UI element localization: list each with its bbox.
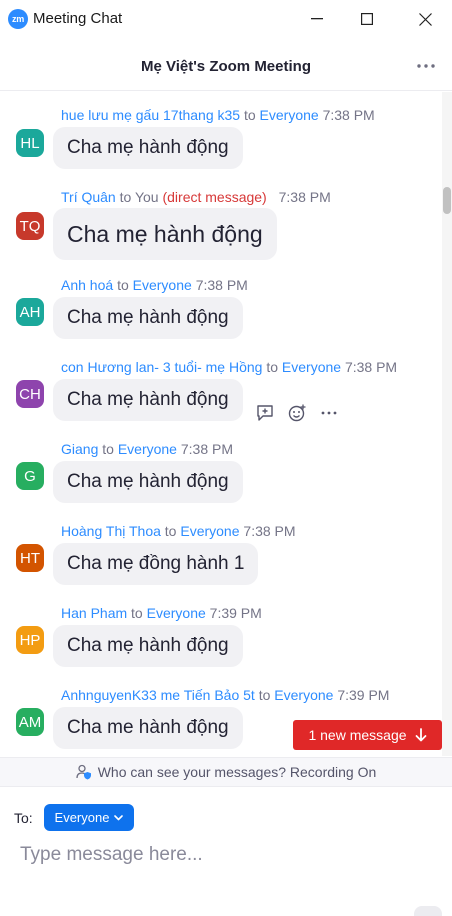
message-sender[interactable]: Hoàng Thị Thoa — [61, 523, 161, 539]
message-bubble[interactable]: Cha mẹ hành động — [53, 208, 277, 260]
message-recipient: Everyone — [117, 441, 177, 457]
message-visibility-notice[interactable]: Who can see your messages? Recording On — [0, 757, 452, 787]
message-time: 7:38 PM — [344, 359, 398, 375]
ellipsis-icon — [417, 64, 435, 68]
minimize-icon — [311, 18, 323, 20]
chat-header: Mẹ Việt's Zoom Meeting — [0, 38, 452, 91]
avatar: AM — [16, 708, 44, 736]
message-bubble[interactable]: Cha mẹ hành động — [53, 297, 243, 339]
direct-message-label: (direct message) — [162, 189, 267, 205]
emoji-icon — [288, 404, 306, 422]
reply-in-thread-button[interactable] — [254, 402, 276, 424]
message-sender[interactable]: Trí Quân — [61, 189, 116, 205]
window-title: Meeting Chat — [33, 10, 123, 27]
message-time: 7:38 PM — [195, 277, 248, 293]
message-sender[interactable]: hue lưu mẹ gấu 17thang k35 — [61, 107, 240, 123]
avatar: CH — [16, 380, 44, 408]
avatar: G — [16, 462, 44, 490]
close-button[interactable] — [400, 0, 450, 38]
close-icon — [418, 12, 432, 26]
message-sender[interactable]: Han Pham — [61, 605, 127, 621]
message-sender[interactable]: Giang — [61, 441, 98, 457]
more-message-actions-button[interactable] — [318, 402, 340, 424]
message-time: 7:38 PM — [322, 107, 375, 123]
ellipsis-icon — [321, 411, 337, 415]
add-reaction-button[interactable] — [286, 402, 308, 424]
avatar: HT — [16, 544, 44, 572]
message-time: 7:38 PM — [180, 441, 234, 457]
maximize-icon — [361, 13, 373, 25]
message-recipient: You — [134, 189, 159, 205]
notice-text: Who can see your messages? Recording On — [97, 764, 377, 780]
zoom-logo-icon: zm — [8, 9, 28, 29]
message-recipient: Everyone — [281, 359, 342, 375]
message-recipient: Everyone — [274, 687, 334, 703]
message-recipient: Everyone — [180, 523, 240, 539]
meeting-title: Mẹ Việt's Zoom Meeting — [141, 58, 311, 75]
message-sender[interactable]: Anh hoá — [61, 277, 113, 293]
message-hover-actions — [254, 402, 340, 424]
reply-icon — [257, 405, 273, 421]
recipient-dropdown[interactable]: Everyone — [44, 804, 134, 831]
window-title-bar: zm Meeting Chat — [0, 0, 452, 38]
new-message-label: 1 new message — [308, 727, 407, 743]
recipient-selected: Everyone — [54, 810, 110, 825]
more-options-button[interactable] — [414, 56, 438, 76]
arrow-down-icon — [415, 728, 426, 742]
message-recipient: Everyone — [146, 605, 206, 621]
message-bubble[interactable]: Cha mẹ hành động — [53, 625, 243, 667]
avatar: HP — [16, 626, 44, 654]
message-time: 7:39 PM — [337, 687, 390, 703]
message-recipient: Everyone — [132, 277, 192, 293]
send-button[interactable] — [414, 906, 442, 916]
chevron-down-icon — [114, 814, 124, 820]
new-message-button[interactable]: 1 new message — [293, 720, 442, 750]
message-bubble[interactable]: Cha mẹ hành động — [53, 379, 243, 421]
message-bubble[interactable]: Cha me hành động — [53, 707, 243, 749]
message-time: 7:39 PM — [209, 605, 262, 621]
message-list[interactable]: hue lưu mẹ gấu 17thang k35 to Everyone 7… — [0, 92, 452, 756]
user-shield-icon — [76, 764, 91, 780]
scrollbar-thumb[interactable] — [443, 187, 451, 214]
to-label: To: — [14, 810, 33, 826]
message-time: 7:38 PM — [243, 523, 296, 539]
message-time: 7:38 PM — [278, 189, 331, 205]
avatar: AH — [16, 298, 44, 326]
minimize-button[interactable] — [292, 0, 342, 38]
avatar: TQ — [16, 212, 44, 240]
message-bubble[interactable]: Cha mẹ hành động — [53, 127, 243, 169]
message-sender[interactable]: con Hương lan- 3 tuổi- mẹ Hồng — [61, 359, 262, 375]
message-sender[interactable]: AnhnguyenK33 me Tiến Bảo 5t — [61, 687, 255, 703]
message-bubble[interactable]: Cha mẹ hành động — [53, 461, 243, 503]
message-bubble[interactable]: Cha mẹ đồng hành 1 — [53, 543, 259, 585]
message-input[interactable] — [10, 838, 442, 872]
message-recipient: Everyone — [259, 107, 319, 123]
avatar: HL — [16, 129, 44, 157]
maximize-button[interactable] — [342, 0, 392, 38]
